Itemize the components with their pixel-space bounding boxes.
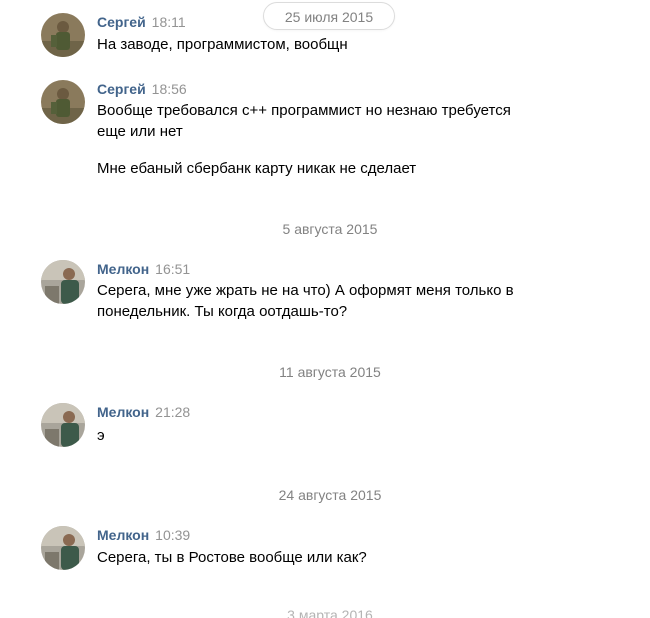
message-header: Сергей 18:56 <box>97 80 187 99</box>
message-header: Мелкон 16:51 <box>97 260 190 279</box>
author-name[interactable]: Мелкон <box>97 404 149 420</box>
floating-date-badge: 25 июля 2015 <box>263 2 395 30</box>
person-avatar-icon <box>41 403 85 447</box>
message-text: э <box>97 427 105 444</box>
soldier-avatar-icon <box>41 80 85 124</box>
chat-history: 25 июля 2015 Сергей 18:11 На заводе, прог… <box>0 0 650 618</box>
avatar-sergey[interactable] <box>41 80 85 124</box>
date-separator: 5 августа 2015 <box>282 221 378 237</box>
message-time[interactable]: 18:56 <box>152 81 187 97</box>
author-name[interactable]: Мелкон <box>97 261 149 277</box>
message-time[interactable]: 21:28 <box>155 404 190 420</box>
message-text: понедельник. Ты когда оотдашь-то? <box>97 303 348 320</box>
message-text: Серега, мне уже жрать не на что) А оформ… <box>97 282 514 299</box>
avatar-melkon[interactable] <box>41 260 85 304</box>
author-name[interactable]: Сергей <box>97 81 146 97</box>
message-text: еще или нет <box>97 123 183 140</box>
message-header: Мелкон 21:28 <box>97 403 190 422</box>
date-separator: 24 августа 2015 <box>278 487 382 503</box>
message-text: Серега, ты в Ростове вообще или как? <box>97 549 367 566</box>
soldier-avatar-icon <box>41 13 85 57</box>
person-avatar-icon <box>41 260 85 304</box>
person-avatar-icon <box>41 526 85 570</box>
author-name[interactable]: Мелкон <box>97 527 149 543</box>
message-header: Сергей 18:11 <box>97 13 186 32</box>
author-name[interactable]: Сергей <box>97 14 146 30</box>
avatar-melkon[interactable] <box>41 403 85 447</box>
date-separator: 3 марта 2016 <box>287 607 373 618</box>
message-text: Мне ебаный сбербанк карту никак не сдела… <box>97 160 417 177</box>
message-time[interactable]: 16:51 <box>155 261 190 277</box>
date-separator: 11 августа 2015 <box>279 364 381 380</box>
message-time[interactable]: 10:39 <box>155 527 190 543</box>
message-time[interactable]: 18:11 <box>152 14 186 30</box>
message-text: На заводе, программистом, вообщн <box>97 36 348 53</box>
avatar-sergey[interactable] <box>41 13 85 57</box>
avatar-melkon[interactable] <box>41 526 85 570</box>
message-text: Вообще требовался с++ программист но нез… <box>97 102 511 119</box>
message-header: Мелкон 10:39 <box>97 526 190 545</box>
